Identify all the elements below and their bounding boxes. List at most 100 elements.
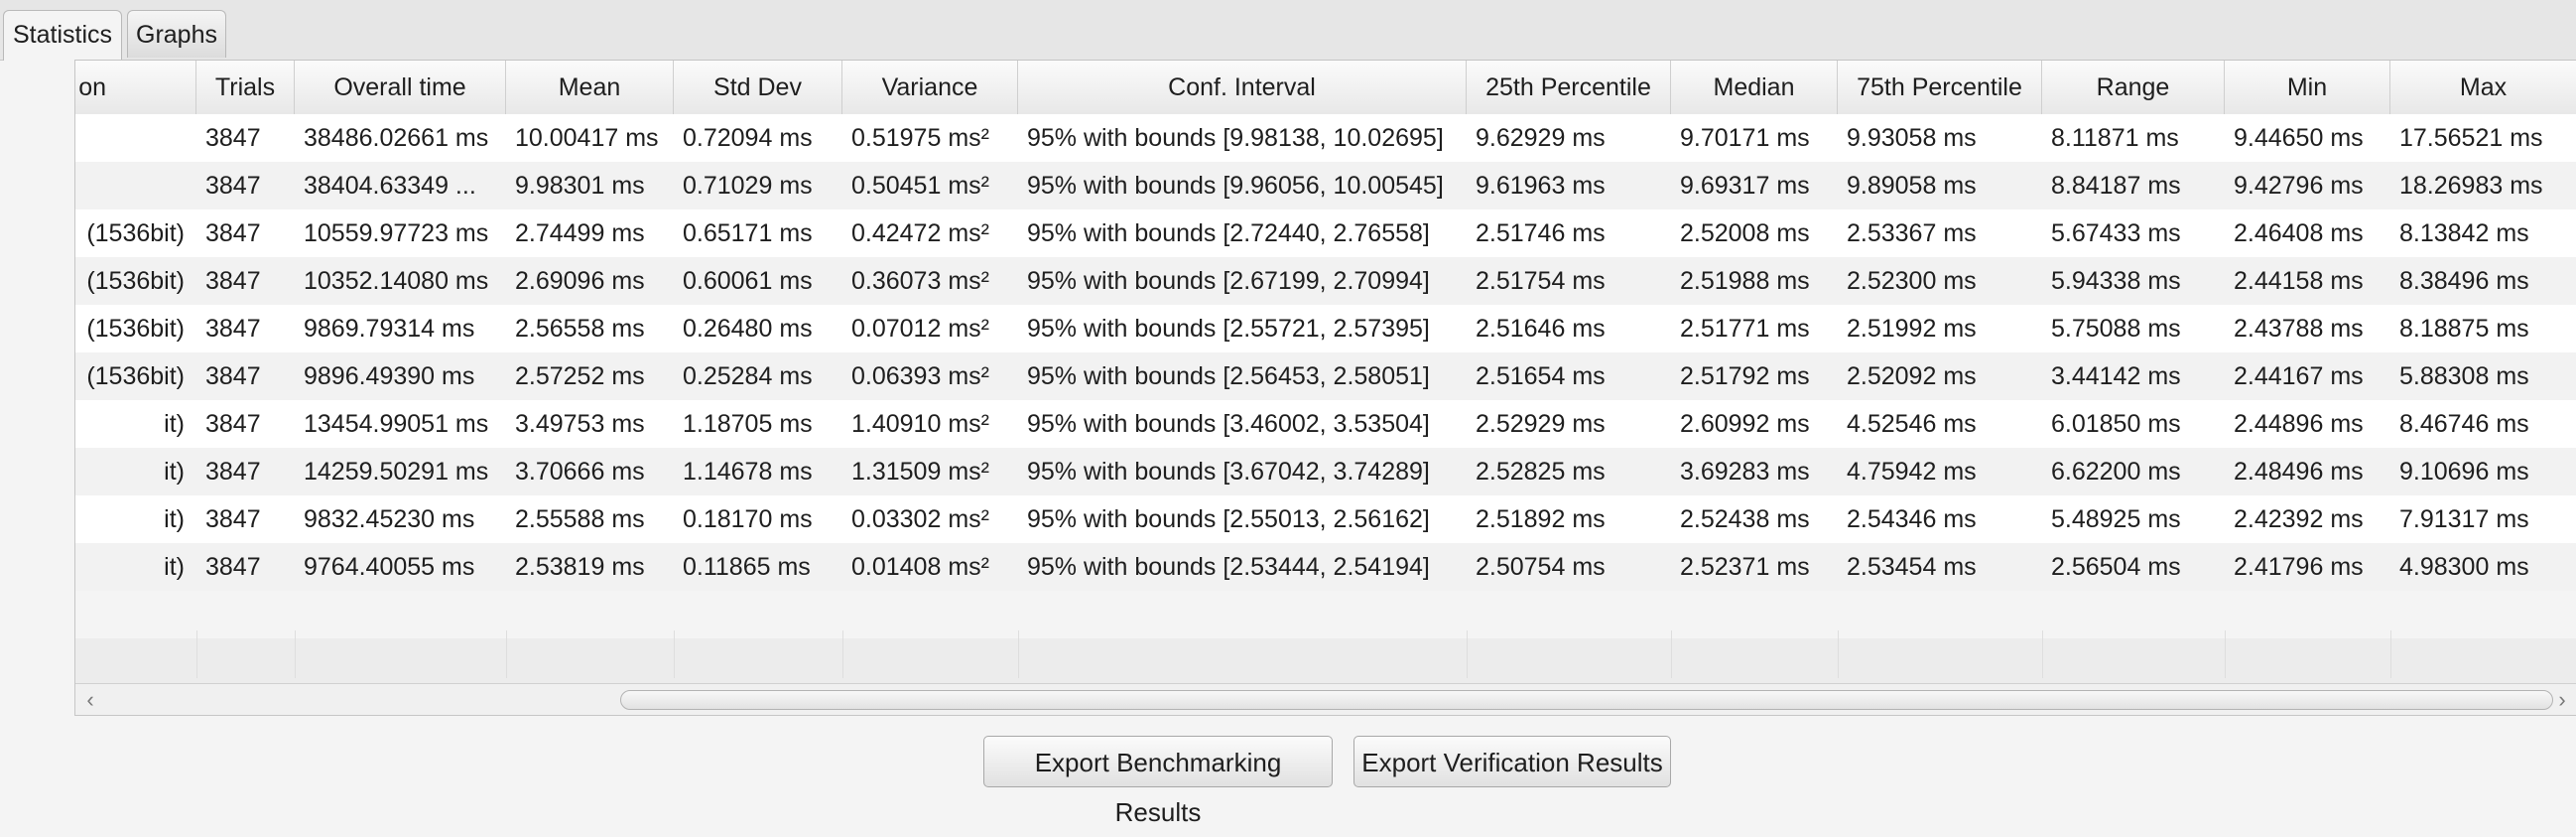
cell-range: 3.44142 ms [2051,362,2181,390]
cell-25th-percentile: 2.51746 ms [1476,219,1606,247]
export-verification-results-button[interactable]: Export Verification Results [1353,736,1671,787]
scrollbar-thumb[interactable] [620,690,2553,710]
cell-75th-percentile: 9.93058 ms [1847,124,1977,152]
table-row[interactable]: it) 3847 13454.99051 ms 3.49753 ms 1.18705 m… [75,400,2576,448]
column-header-std-dev[interactable]: Std Dev [674,61,842,114]
cell-variance: 0.07012 ms² [851,315,989,343]
cell-conf-interval: 95% with bounds [2.56453, 2.58051] [1027,362,1430,390]
column-header-median[interactable]: Median [1671,61,1838,114]
cell-mean: 2.74499 ms [515,219,645,247]
cell-min: 2.42392 ms [2234,505,2364,533]
cell-name: it) [164,553,185,581]
table-row[interactable]: it) 3847 9764.40055 ms 2.53819 ms 0.11865 ms… [75,543,2576,591]
cell-mean: 3.70666 ms [515,458,645,486]
cell-75th-percentile: 4.52546 ms [1847,410,1977,438]
column-divider [674,630,675,678]
cell-name: (1536bit) [86,219,185,247]
cell-min: 2.44167 ms [2234,362,2364,390]
cell-conf-interval: 95% with bounds [2.55013, 2.56162] [1027,505,1430,533]
export-benchmarking-results-button[interactable]: Export Benchmarking Results [983,736,1333,827]
chevron-right-icon[interactable]: › [2549,686,2575,714]
column-header-name[interactable]: on [75,61,196,114]
cell-variance: 0.06393 ms² [851,362,989,390]
cell-min: 2.41796 ms [2234,553,2364,581]
column-header-trials[interactable]: Trials [196,61,295,114]
cell-std-dev: 0.65171 ms [683,219,813,247]
cell-max: 17.56521 ms [2399,124,2543,152]
cell-name [75,162,196,209]
cell-median: 2.51792 ms [1680,362,1810,390]
cell-variance: 0.50451 ms² [851,172,989,200]
cell-range: 6.62200 ms [2051,458,2181,486]
horizontal-scrollbar[interactable]: ‹ › [75,683,2576,715]
cell-75th-percentile: 2.51992 ms [1847,315,1977,343]
empty-row [75,591,2576,638]
cell-25th-percentile: 2.52929 ms [1476,410,1606,438]
column-divider [1018,630,1019,678]
cell-variance: 1.31509 ms² [851,458,989,486]
table-row[interactable]: (1536bit) 3847 10352.14080 ms 2.69096 ms 0.6… [75,257,2576,305]
cell-conf-interval: 95% with bounds [2.53444, 2.54194] [1027,553,1430,581]
cell-trials: 3847 [205,458,261,486]
cell-max: 5.88308 ms [2399,362,2529,390]
cell-max: 18.26983 ms [2399,172,2543,200]
cell-name: (1536bit) [86,362,185,390]
cell-trials: 3847 [205,315,261,343]
column-divider [506,630,507,678]
column-header-range[interactable]: Range [2042,61,2225,114]
cell-range: 5.94338 ms [2051,267,2181,295]
cell-overall-time: 14259.50291 ms [304,458,489,486]
cell-25th-percentile: 9.62929 ms [1476,124,1606,152]
cell-std-dev: 0.72094 ms [683,124,813,152]
cell-mean: 3.49753 ms [515,410,645,438]
tab-graphs[interactable]: Graphs [127,10,226,58]
cell-median: 2.52371 ms [1680,553,1810,581]
cell-75th-percentile: 2.53367 ms [1847,219,1977,247]
cell-range: 8.84187 ms [2051,172,2181,200]
cell-conf-interval: 95% with bounds [2.55721, 2.57395] [1027,315,1430,343]
table-row[interactable]: (1536bit) 3847 9896.49390 ms 2.57252 ms 0.25… [75,352,2576,400]
column-header-overall-time[interactable]: Overall time [295,61,506,114]
column-divider [842,630,843,678]
column-divider [2225,630,2226,678]
column-header-75th-percentile[interactable]: 75th Percentile [1838,61,2042,114]
table-row[interactable]: 3847 38404.63349 ... 9.98301 ms 0.71029 ms 0… [75,162,2576,209]
cell-min: 2.43788 ms [2234,315,2364,343]
column-divider [196,630,197,678]
cell-overall-time: 10352.14080 ms [304,267,489,295]
cell-name: it) [164,505,185,533]
cell-median: 2.52438 ms [1680,505,1810,533]
cell-overall-time: 9896.49390 ms [304,362,475,390]
cell-75th-percentile: 2.52092 ms [1847,362,1977,390]
cell-overall-time: 9764.40055 ms [304,553,475,581]
table-row[interactable]: it) 3847 14259.50291 ms 3.70666 ms 1.14678 m… [75,448,2576,495]
cell-median: 9.69317 ms [1680,172,1810,200]
tab-statistics[interactable]: Statistics [3,10,122,61]
cell-conf-interval: 95% with bounds [3.67042, 3.74289] [1027,458,1430,486]
column-header-conf-interval[interactable]: Conf. Interval [1018,61,1467,114]
cell-mean: 2.57252 ms [515,362,645,390]
table-row[interactable]: 3847 38486.02661 ms 10.00417 ms 0.72094 ms 0… [75,114,2576,162]
cell-25th-percentile: 2.51654 ms [1476,362,1606,390]
table-row[interactable]: (1536bit) 3847 10559.97723 ms 2.74499 ms 0.6… [75,209,2576,257]
column-divider [1467,630,1468,678]
cell-25th-percentile: 2.50754 ms [1476,553,1606,581]
cell-75th-percentile: 2.53454 ms [1847,553,1977,581]
column-header-25th-percentile[interactable]: 25th Percentile [1467,61,1671,114]
column-header-variance[interactable]: Variance [842,61,1018,114]
table-row[interactable]: (1536bit) 3847 9869.79314 ms 2.56558 ms 0.26… [75,305,2576,352]
cell-overall-time: 10559.97723 ms [304,219,489,247]
column-header-min[interactable]: Min [2225,61,2390,114]
column-divider [295,630,296,678]
cell-name: (1536bit) [86,267,185,295]
column-header-mean[interactable]: Mean [506,61,674,114]
column-header-max[interactable]: Max [2390,61,2576,114]
cell-trials: 3847 [205,553,261,581]
cell-variance: 1.40910 ms² [851,410,989,438]
cell-variance: 0.42472 ms² [851,219,989,247]
cell-max: 8.46746 ms [2399,410,2529,438]
cell-overall-time: 9869.79314 ms [304,315,475,343]
table-row[interactable]: it) 3847 9832.45230 ms 2.55588 ms 0.18170 ms… [75,495,2576,543]
cell-mean: 2.69096 ms [515,267,645,295]
chevron-left-icon[interactable]: ‹ [77,686,103,714]
